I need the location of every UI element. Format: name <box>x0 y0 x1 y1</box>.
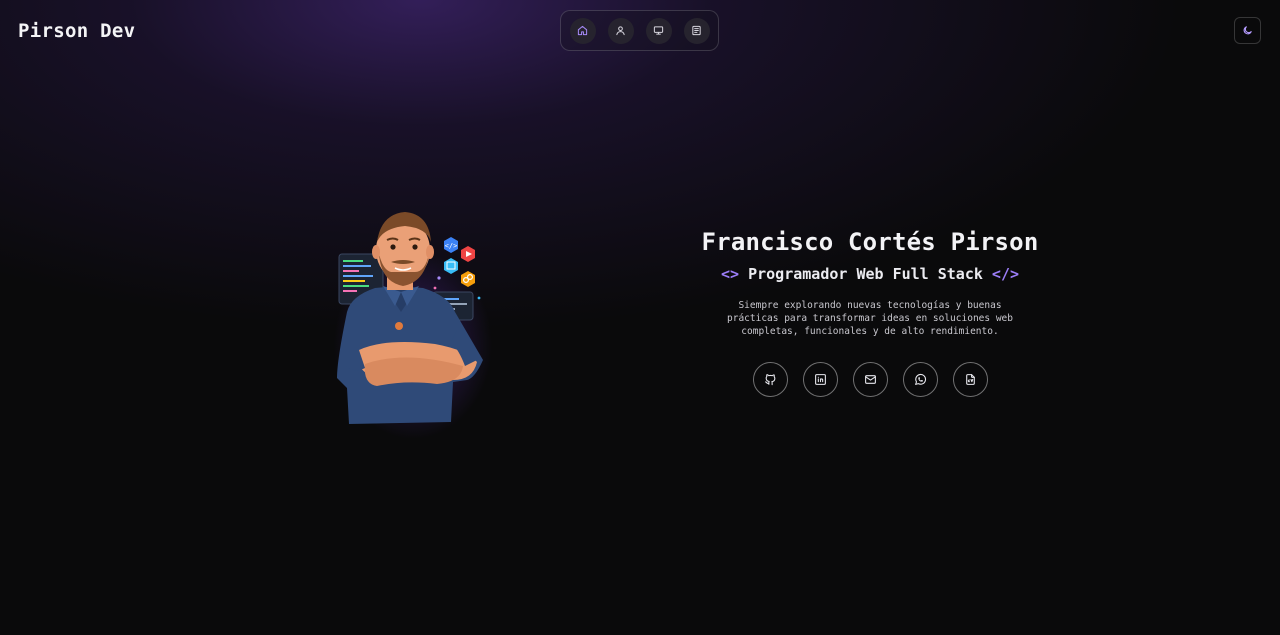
hero-name: Francisco Cortés Pirson <box>701 228 1039 256</box>
browser-hex-icon <box>444 258 458 274</box>
theme-toggle-button[interactable] <box>1234 17 1261 44</box>
brand-logo[interactable]: Pirson Dev <box>18 20 135 42</box>
projects-icon <box>653 26 664 35</box>
linkedin-button[interactable] <box>802 362 838 398</box>
role-open-tag: <> <box>720 265 740 283</box>
github-icon <box>764 374 775 386</box>
developer-avatar: </> <box>325 200 495 440</box>
nav-resume-button[interactable] <box>683 17 710 44</box>
whatsapp-button[interactable] <box>902 362 938 398</box>
mail-icon <box>864 375 876 385</box>
cv-download-button[interactable] <box>952 362 988 398</box>
moon-icon <box>1243 26 1252 35</box>
nav-projects-button[interactable] <box>645 17 672 44</box>
linkedin-icon <box>814 374 826 386</box>
nav-about-button[interactable] <box>607 17 634 44</box>
hero-section: Francisco Cortés Pirson <> Programador W… <box>670 228 1070 398</box>
play-hex-icon <box>461 246 475 262</box>
document-icon <box>692 25 701 36</box>
nav-home-button[interactable] <box>569 17 596 44</box>
home-icon <box>577 25 588 36</box>
social-links <box>670 362 1070 398</box>
code-hex-icon: </> <box>444 237 458 253</box>
svg-text:</>: </> <box>445 242 458 250</box>
user-icon <box>616 26 625 36</box>
main-navigation <box>560 10 719 51</box>
background-glow <box>0 0 1280 635</box>
whatsapp-icon <box>914 374 926 386</box>
hero-description: Siempre explorando nuevas tecnologías y … <box>727 300 1013 337</box>
role-close-tag: </> <box>991 265 1020 283</box>
github-button[interactable] <box>752 362 788 398</box>
role-title: Programador Web Full Stack <box>748 265 983 283</box>
email-button[interactable] <box>852 362 888 398</box>
cv-file-icon <box>965 374 975 386</box>
hero-role: <> Programador Web Full Stack </> <box>670 265 1070 283</box>
developer-illustration: </> <box>337 212 483 424</box>
link-hex-icon <box>461 271 475 287</box>
